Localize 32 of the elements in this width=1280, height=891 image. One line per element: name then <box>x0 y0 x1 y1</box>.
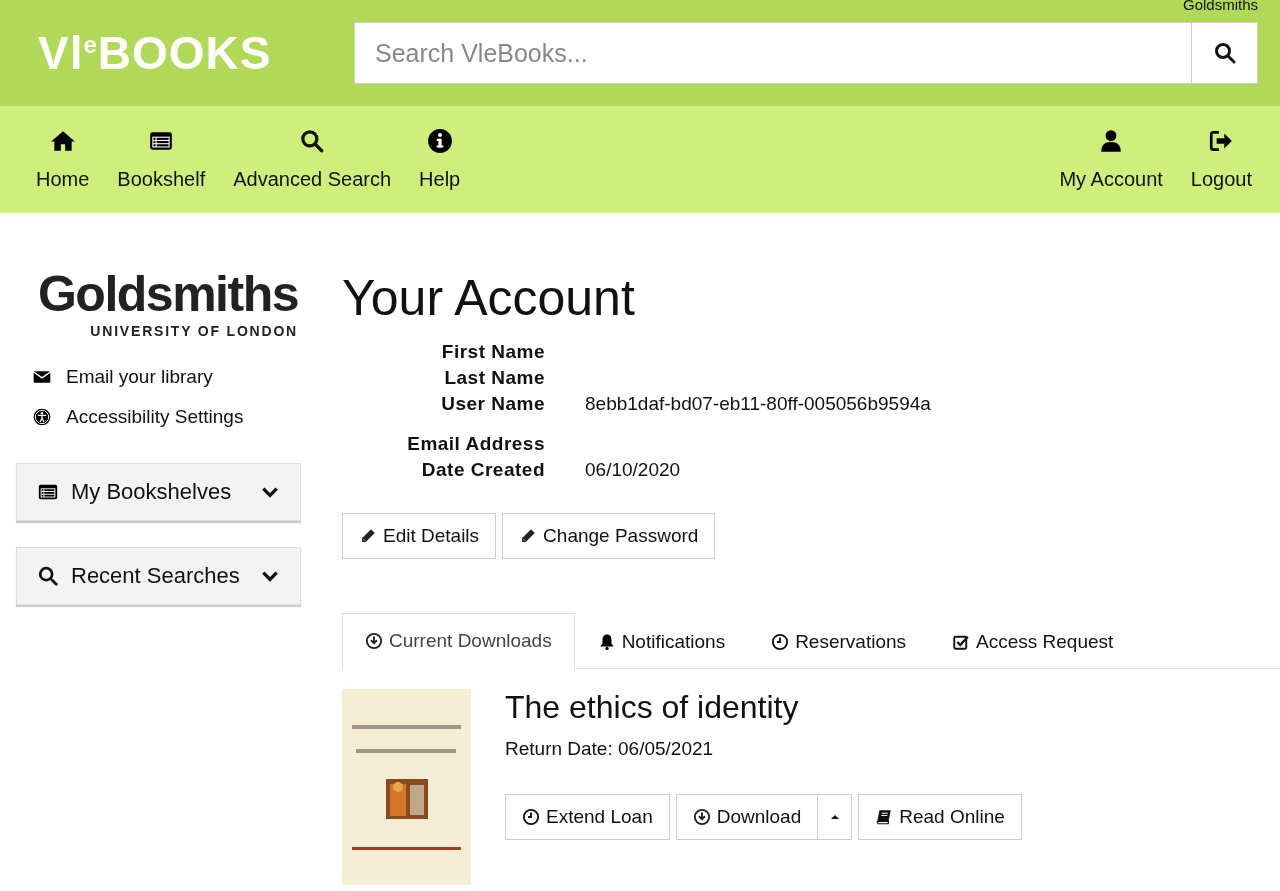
nav-item[interactable]: My Account <box>1045 106 1177 213</box>
field-label: First Name <box>440 341 545 363</box>
nav-item[interactable]: Advanced Search <box>219 106 406 213</box>
field-value: 8ebb1daf-bd07-eb11-80ff-005056b9594a <box>585 393 932 415</box>
collapsible-panel[interactable]: My Bookshelves <box>16 463 301 521</box>
field-label: Last Name <box>443 367 545 389</box>
account-button[interactable]: Change Password <box>502 513 716 559</box>
tab[interactable]: Reservations <box>748 613 930 669</box>
collapsible-panel[interactable]: Recent Searches <box>16 547 301 605</box>
nav-item[interactable]: Help <box>405 106 475 213</box>
action-button[interactable]: Extend Loan <box>505 794 670 840</box>
goldsmiths-logo: Goldsmiths <box>37 269 298 319</box>
tab[interactable]: Access Request <box>929 613 1137 669</box>
tab[interactable]: Notifications <box>574 613 749 669</box>
account-button[interactable]: Edit Details <box>342 513 497 559</box>
sidebar-link[interactable]: Accessibility Settings <box>16 397 302 437</box>
page-title: Your Account <box>342 269 636 327</box>
return-date: Return Date: 06/05/2021 <box>505 738 715 760</box>
action-button[interactable]: Read Online <box>858 794 1022 840</box>
institution-name: Goldsmiths <box>1182 0 1258 13</box>
field-label: Date Created <box>420 459 545 481</box>
book-title[interactable]: The ethics of identity <box>505 689 1022 726</box>
field-value: 06/10/2020 <box>585 459 682 481</box>
logo-subtitle: UNIVERSITY OF LONDON <box>90 323 298 339</box>
nav-item[interactable]: Logout <box>1176 106 1266 213</box>
field-label: Email Address <box>406 433 545 455</box>
nav-item[interactable]: Home <box>22 106 104 213</box>
download-button[interactable]: Download <box>675 794 819 840</box>
nav-item[interactable]: Bookshelf <box>103 106 220 213</box>
tab[interactable]: Current Downloads <box>342 613 575 669</box>
sidebar-link[interactable]: Email your library <box>16 357 302 397</box>
field-label: User Name <box>440 393 545 415</box>
